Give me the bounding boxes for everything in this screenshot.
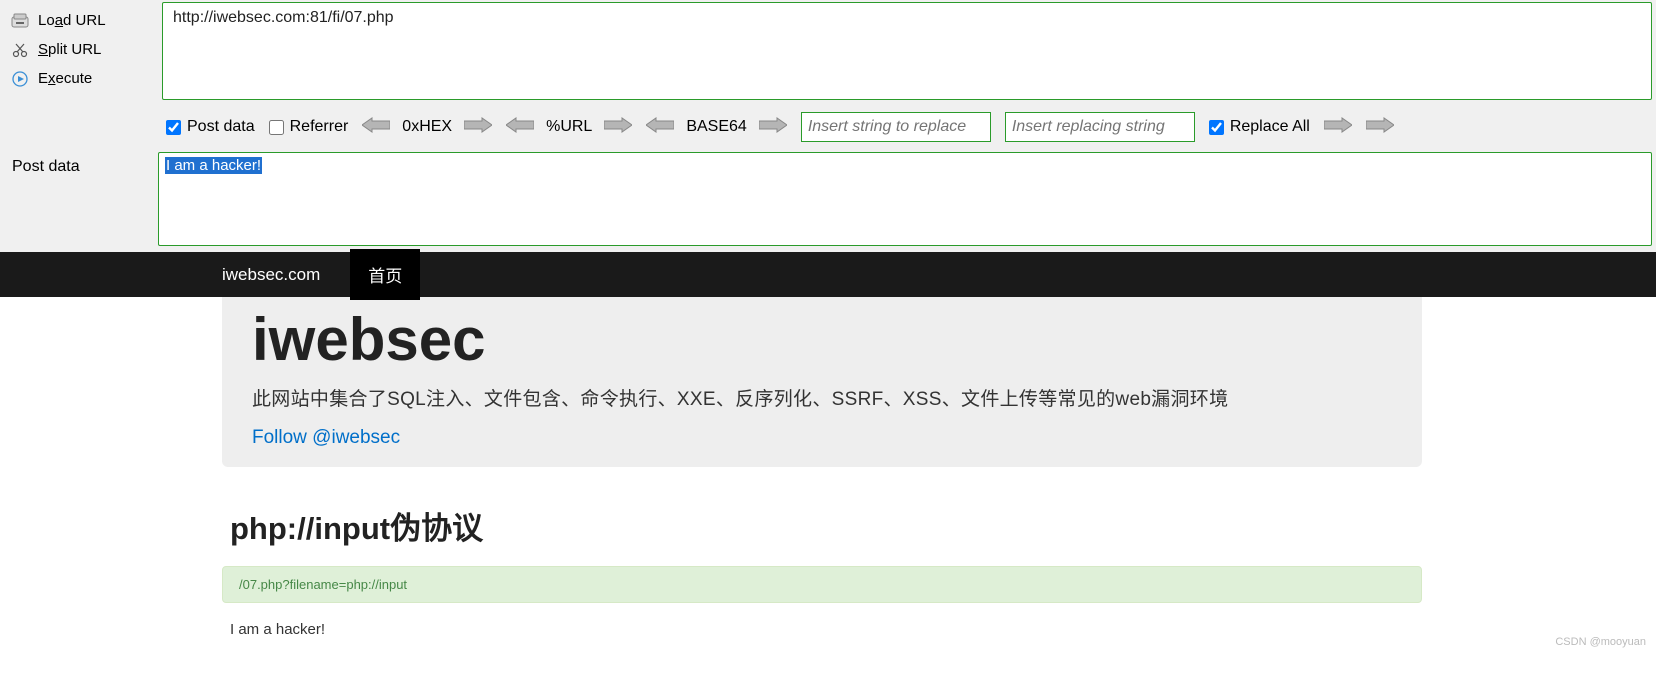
base64-encode-button[interactable] [759,116,787,139]
nav-home-link[interactable]: 首页 [350,249,420,300]
urlenc-label: %URL [538,118,600,136]
hex-label: 0xHEX [394,118,460,136]
page-output: I am a hacker! [230,621,1422,638]
base64-decode-button[interactable] [646,116,674,139]
load-url-icon [10,13,30,29]
watermark: CSDN @mooyuan [1555,636,1646,648]
alert-box: /07.php?filename=php://input [222,566,1422,603]
site-navbar: iwebsec.com 首页 [0,252,1656,297]
replace-from-input[interactable] [801,112,991,142]
post-data-checkbox[interactable]: Post data [166,118,255,136]
url-input[interactable]: http://iwebsec.com:81/fi/07.php [162,2,1652,100]
page-heading: php://input伪协议 [230,503,1422,548]
post-data-label: Post data [0,152,158,246]
replace-next-button[interactable] [1366,116,1394,139]
base64-label: BASE64 [678,118,754,136]
url-decode-button[interactable] [506,116,534,139]
follow-link[interactable]: Follow @iwebsec [252,427,400,448]
play-icon [10,71,30,87]
url-encode-button[interactable] [604,116,632,139]
load-url-button[interactable]: Load URL [10,6,148,35]
hex-encode-button[interactable] [464,116,492,139]
scissors-icon [10,42,30,58]
nav-brand[interactable]: iwebsec.com [222,265,320,285]
options-toolbar: Post data Referrer 0xHEX %URL BASE64 [162,104,1652,150]
post-data-selection: I am a hacker! [165,157,262,174]
hero-banner: iwebsec 此网站中集合了SQL注入、文件包含、命令执行、XXE、反序列化、… [222,297,1422,467]
execute-button[interactable]: Execute [10,64,148,93]
hero-description: 此网站中集合了SQL注入、文件包含、命令执行、XXE、反序列化、SSRF、XSS… [252,384,1392,411]
hero-title: iwebsec [252,305,1392,374]
replace-to-input[interactable] [1005,112,1195,142]
replace-all-checkbox[interactable]: Replace All [1209,118,1310,136]
replace-exec-button[interactable] [1324,116,1352,139]
hex-decode-button[interactable] [362,116,390,139]
referrer-checkbox[interactable]: Referrer [269,118,349,136]
split-url-button[interactable]: Split URL [10,35,148,64]
post-data-input[interactable]: I am a hacker! [158,152,1652,246]
